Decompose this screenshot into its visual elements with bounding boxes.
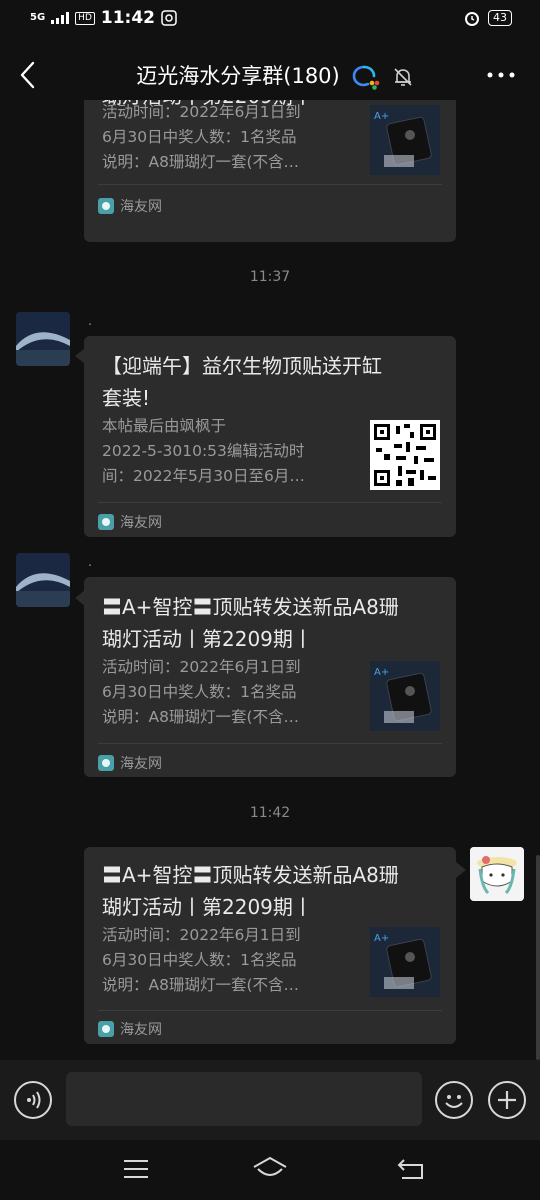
card-description: 活动时间：2022年6月1日到 6月30日中奖人数：1名奖品 说明：A8珊瑚灯一…: [102, 103, 301, 171]
avatar[interactable]: [16, 312, 70, 366]
alarm-icon: [465, 12, 479, 26]
card-title: 〓A+智控〓顶贴转发送新品A8珊: [102, 863, 399, 887]
link-card-message[interactable]: 〓A+智控〓顶贴转发送新品A8珊 瑚灯活动丨第2209期丨 活动时间：2022年…: [84, 577, 456, 777]
sender-name: .: [88, 314, 93, 329]
svg-text:A+: A+: [374, 933, 389, 944]
qr-code-thumbnail: [370, 420, 440, 490]
card-title: 瑚灯活动丨第2209期丨: [102, 895, 313, 919]
signal-bars-icon: [51, 12, 70, 24]
mute-bell-icon: [394, 68, 412, 86]
card-title: 〓A+智控〓顶贴转发送新品A8珊: [102, 595, 399, 619]
svg-text:A+: A+: [374, 667, 389, 678]
card-description: 活动时间：2022年6月1日到 6月30日中奖人数：1名奖品 说明：A8珊瑚灯一…: [102, 926, 301, 994]
emoji-button[interactable]: [435, 1081, 473, 1119]
more-options-icon[interactable]: [486, 70, 516, 80]
system-nav-bar: [0, 1140, 540, 1200]
card-description: 本帖最后由飒枫于 2022-5-3010:53编辑活动时 间：2022年5月30…: [102, 417, 305, 485]
product-thumbnail: A+: [370, 661, 440, 731]
sender-name: .: [88, 555, 93, 570]
link-card-message[interactable]: 【迎端午】益尔生物顶贴送开缸 套装! 本帖最后由飒枫于 2022-5-3010:…: [84, 336, 456, 537]
source-logo-icon: [98, 1021, 114, 1037]
notification-icon: [161, 10, 177, 26]
source-logo-icon: [98, 514, 114, 530]
card-description: 活动时间：2022年6月1日到 6月30日中奖人数：1名奖品 说明：A8珊瑚灯一…: [102, 658, 301, 726]
group-title: 迈光海水分享群(180): [136, 64, 340, 88]
voice-input-button[interactable]: [14, 1081, 52, 1119]
link-card-message[interactable]: 〓A+智控〓顶贴转发送新品A8珊 瑚灯活动丨第2209期丨 活动时间：2022年…: [84, 847, 456, 1044]
product-thumbnail: A+: [370, 105, 440, 175]
svg-text:A+: A+: [374, 111, 389, 122]
source-logo-icon: [98, 198, 114, 214]
enterprise-chat-icon: [352, 65, 380, 90]
avatar[interactable]: [16, 553, 70, 607]
card-title: 瑚灯活动丨第2209期丨: [102, 627, 313, 651]
status-bar: 5G HD 11:42 43: [0, 0, 540, 40]
card-source: 海友网: [98, 1019, 162, 1039]
product-thumbnail: A+: [370, 927, 440, 997]
more-functions-button[interactable]: [488, 1081, 526, 1119]
home-icon[interactable]: [252, 1155, 288, 1181]
scrollbar[interactable]: [536, 855, 540, 1060]
input-bar: [0, 1060, 540, 1140]
source-logo-icon: [98, 755, 114, 771]
message-input[interactable]: [66, 1072, 422, 1126]
menu-icon[interactable]: [122, 1157, 150, 1181]
timestamp: 11:37: [249, 269, 291, 285]
card-source: 海友网: [98, 196, 162, 216]
chat-messages[interactable]: 瑚灯活动丨第2209期丨 活动时间：2022年6月1日到 6月30日中奖人数：1…: [0, 100, 540, 1060]
emoji-icon: [445, 1095, 463, 1108]
battery-icon: 43: [488, 10, 512, 26]
self-avatar[interactable]: [470, 847, 524, 901]
link-card-message[interactable]: 瑚灯活动丨第2209期丨 活动时间：2022年6月1日到 6月30日中奖人数：1…: [84, 100, 456, 242]
card-title: 【迎端午】益尔生物顶贴送开缸: [102, 354, 382, 378]
card-title: 套装!: [102, 386, 151, 410]
hd-badge: HD: [75, 11, 95, 25]
status-time: 11:42: [100, 8, 155, 28]
signal-icon: 5G: [30, 12, 46, 23]
back-nav-icon[interactable]: [396, 1156, 426, 1182]
plus-icon: [498, 1091, 516, 1109]
timestamp: 11:42: [249, 805, 291, 821]
voice-icon: [27, 1091, 41, 1109]
card-source: 海友网: [98, 753, 162, 773]
card-source: 海友网: [98, 512, 162, 532]
